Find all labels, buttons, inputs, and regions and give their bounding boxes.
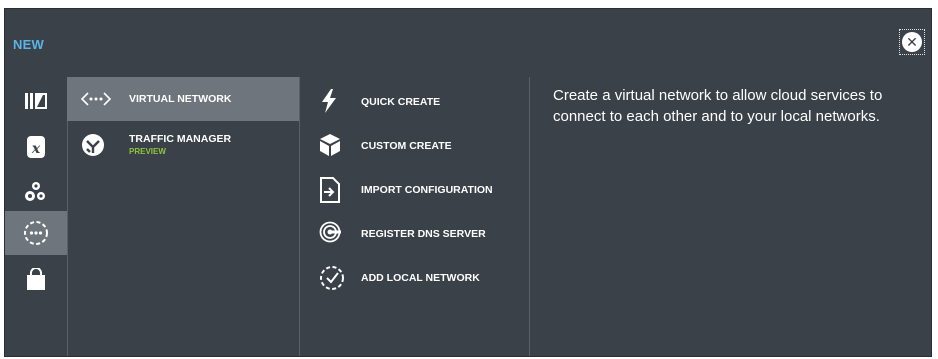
service-label: TRAFFIC MANAGER [129, 133, 232, 145]
storage-table-icon: x [27, 136, 45, 158]
import-file-icon [319, 177, 345, 203]
close-icon: ✕ [902, 32, 922, 52]
store-bag-icon [27, 268, 45, 290]
svg-text:x: x [31, 141, 41, 157]
dialog-title: NEW [13, 37, 44, 52]
service-item-virtual-network[interactable]: VIRTUAL NETWORK [67, 77, 299, 121]
action-quick-create[interactable]: QUICK CREATE [299, 79, 529, 123]
traffic-manager-icon [81, 133, 107, 157]
service-list: VIRTUAL NETWORK TRAFFIC MANAGER PREVIEW [67, 77, 300, 356]
action-label: QUICK CREATE [361, 96, 441, 108]
rail-item-storage[interactable]: x [5, 125, 67, 169]
service-item-traffic-manager[interactable]: TRAFFIC MANAGER PREVIEW [67, 123, 299, 167]
action-add-local-network[interactable]: ADD LOCAL NETWORK [299, 255, 529, 299]
close-button[interactable]: ✕ [899, 29, 925, 55]
action-label: ADD LOCAL NETWORK [361, 272, 480, 284]
action-register-dns-server[interactable]: REGISTER DNS SERVER [299, 211, 529, 255]
preview-badge: PREVIEW [129, 147, 166, 156]
dns-server-icon [319, 221, 345, 247]
rail-item-store[interactable] [5, 257, 67, 301]
sql-database-icon [25, 93, 47, 109]
rail-item-sql-database[interactable] [5, 79, 67, 123]
category-rail: x [5, 77, 68, 356]
action-label: CUSTOM CREATE [361, 140, 452, 152]
action-label: IMPORT CONFIGURATION [361, 184, 493, 196]
service-description: Create a virtual network to allow cloud … [553, 87, 883, 125]
network-services-icon [24, 221, 48, 245]
virtual-network-icon [81, 87, 111, 111]
local-network-icon [319, 265, 345, 291]
lightning-icon [319, 89, 345, 115]
cube-icon [319, 133, 345, 159]
gears-icon [25, 182, 45, 201]
action-list: QUICK CREATE CUSTOM CREATE IMPORT CONFIG… [299, 77, 530, 356]
action-import-configuration[interactable]: IMPORT CONFIGURATION [299, 167, 529, 211]
rail-item-services[interactable] [5, 169, 67, 213]
action-label: REGISTER DNS SERVER [361, 228, 486, 240]
action-custom-create[interactable]: CUSTOM CREATE [299, 123, 529, 167]
rail-item-network-services[interactable] [5, 211, 67, 255]
service-label: VIRTUAL NETWORK [129, 93, 232, 105]
new-dialog: NEW ✕ x VIRTUAL NETWORK TRAFFIC MANAGER … [4, 8, 932, 357]
